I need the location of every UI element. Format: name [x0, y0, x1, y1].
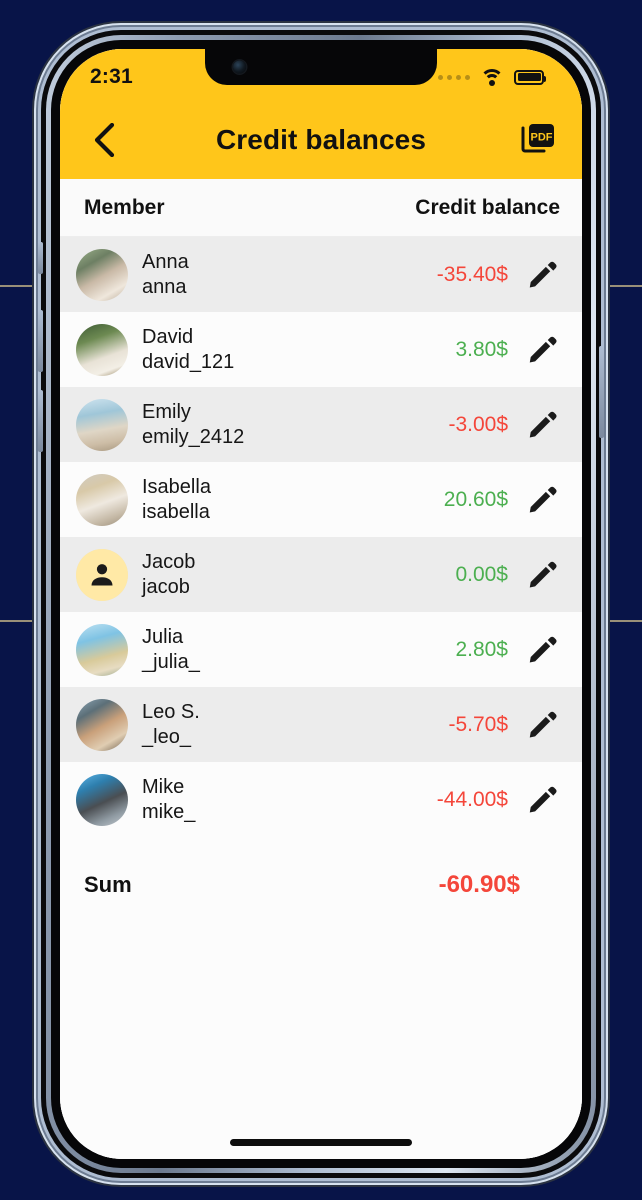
empty-space	[60, 933, 582, 1125]
table-row[interactable]: Emily emily_2412 -3.00$	[60, 387, 582, 462]
avatar	[76, 698, 128, 751]
navigation-bar: Credit balances PDF	[60, 101, 582, 179]
page-title: Credit balances	[215, 124, 427, 155]
credit-balance-value: -5.70$	[448, 712, 508, 736]
column-header-balance: Credit balance	[415, 195, 560, 219]
credit-balance-value: -44.00$	[436, 787, 508, 811]
power-button[interactable]	[599, 346, 604, 438]
edit-balance-button[interactable]	[520, 778, 564, 822]
table-row[interactable]: David david_121 3.80$	[60, 312, 582, 387]
pencil-edit-icon	[529, 486, 557, 512]
member-name: Isabella	[142, 476, 211, 499]
member-identity: Leo S. _leo_	[142, 700, 200, 749]
pdf-export-icon: PDF	[521, 124, 554, 153]
member-username: _leo_	[142, 725, 191, 748]
avatar	[76, 773, 128, 826]
credit-balance-value: -35.40$	[436, 262, 508, 286]
member-name: Julia	[142, 626, 184, 649]
table-header: Member Credit balance	[60, 179, 582, 237]
member-username: emily_2412	[142, 425, 245, 448]
table-row[interactable]: Leo S. _leo_ -5.70$	[60, 687, 582, 762]
signal-dots-icon	[438, 74, 470, 80]
member-name: Leo S.	[142, 701, 200, 724]
avatar	[76, 473, 128, 526]
member-name: Emily	[142, 401, 191, 424]
pencil-edit-icon	[529, 561, 557, 587]
member-username: anna	[142, 275, 187, 298]
front-camera-icon	[233, 60, 246, 74]
pencil-edit-icon	[529, 336, 557, 362]
edit-balance-button[interactable]	[520, 253, 564, 297]
credit-balance-value: 20.60$	[443, 487, 508, 511]
member-username: isabella	[142, 500, 210, 523]
table-row[interactable]: Anna anna -35.40$	[60, 237, 582, 312]
phone-frame: 2:31 Credit balances PDF Member Credit b…	[38, 30, 604, 1178]
notch	[205, 49, 437, 85]
pencil-edit-icon	[529, 786, 557, 812]
member-identity: Emily emily_2412	[142, 400, 244, 449]
pencil-edit-icon	[529, 711, 557, 737]
credit-balance-value: 0.00$	[455, 562, 508, 586]
volume-down-button[interactable]	[38, 390, 43, 452]
sum-label: Sum	[84, 872, 132, 897]
member-username: mike_	[142, 800, 196, 823]
status-indicators	[438, 68, 546, 86]
sum-row: Sum -60.90$	[60, 837, 582, 933]
member-identity: Julia _julia_	[142, 625, 200, 674]
back-button[interactable]	[84, 120, 124, 160]
edit-balance-button[interactable]	[520, 403, 564, 447]
chevron-left-icon	[94, 123, 115, 157]
member-username: david_121	[142, 350, 235, 373]
edit-balance-button[interactable]	[520, 553, 564, 597]
pencil-edit-icon	[529, 411, 557, 437]
member-identity: Anna anna	[142, 250, 189, 299]
phone-screen: 2:31 Credit balances PDF Member Credit b…	[60, 49, 582, 1159]
credit-balance-value: -3.00$	[448, 412, 508, 436]
battery-full-icon	[514, 69, 546, 85]
column-header-member: Member	[84, 195, 165, 219]
mute-switch[interactable]	[38, 242, 43, 274]
edit-balance-button[interactable]	[520, 478, 564, 522]
member-list: Anna anna -35.40$ David david_121 3.80$ Emily e…	[60, 237, 582, 837]
avatar	[76, 623, 128, 676]
member-identity: Mike mike_	[142, 775, 195, 824]
pencil-edit-icon	[529, 261, 557, 287]
member-username: _julia_	[142, 650, 200, 673]
wifi-icon	[480, 68, 504, 86]
table-row[interactable]: Isabella isabella 20.60$	[60, 462, 582, 537]
person-placeholder-icon	[91, 563, 113, 585]
volume-up-button[interactable]	[38, 310, 43, 372]
table-row[interactable]: Mike mike_ -44.00$	[60, 762, 582, 837]
export-pdf-button[interactable]: PDF	[516, 118, 560, 162]
member-name: Jacob	[142, 551, 196, 574]
member-identity: Isabella isabella	[142, 475, 211, 524]
member-identity: Jacob jacob	[142, 550, 195, 599]
member-name: David	[142, 326, 194, 349]
home-indicator[interactable]	[60, 1125, 582, 1159]
table-row[interactable]: Julia _julia_ 2.80$	[60, 612, 582, 687]
avatar	[76, 248, 128, 301]
member-name: Anna	[142, 251, 189, 274]
credit-balance-value: 2.80$	[455, 637, 508, 661]
member-identity: David david_121	[142, 325, 234, 374]
edit-balance-button[interactable]	[520, 628, 564, 672]
edit-balance-button[interactable]	[520, 328, 564, 372]
edit-balance-button[interactable]	[520, 703, 564, 747]
status-time: 2:31	[90, 65, 133, 88]
avatar	[76, 548, 128, 601]
svg-text:PDF: PDF	[531, 132, 553, 144]
avatar	[76, 398, 128, 451]
credit-balance-value: 3.80$	[455, 337, 508, 361]
pencil-edit-icon	[529, 636, 557, 662]
table-row[interactable]: Jacob jacob 0.00$	[60, 537, 582, 612]
app-root: 2:31 Credit balances PDF Member Credit b…	[60, 49, 582, 1159]
avatar	[76, 323, 128, 376]
member-name: Mike	[142, 776, 185, 799]
sum-value: -60.90$	[438, 871, 520, 898]
member-username: jacob	[142, 575, 190, 598]
